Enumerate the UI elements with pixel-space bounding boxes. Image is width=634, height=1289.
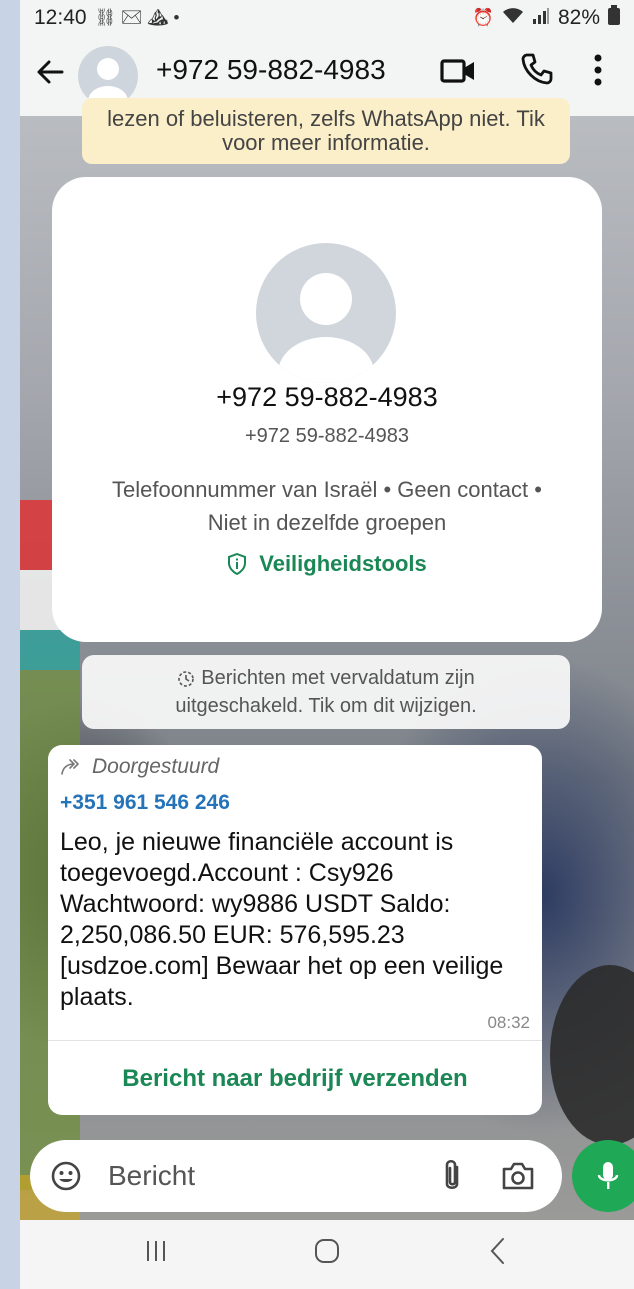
attach-icon[interactable] xyxy=(440,1158,464,1194)
mic-button[interactable] xyxy=(572,1140,634,1212)
contact-info-card: +972 59-882-4983 +972 59-882-4983 Telefo… xyxy=(52,177,602,642)
recents-icon[interactable] xyxy=(145,1238,167,1264)
bubble-divider xyxy=(48,1040,542,1041)
forward-icon xyxy=(61,759,80,775)
disappearing-notice-line2: uitgeschakeld. Tik om dit wijzigen. xyxy=(175,695,477,717)
mic-icon xyxy=(597,1162,619,1189)
disappearing-messages-notice[interactable]: Berichten met vervaldatum zijn uitgescha… xyxy=(82,655,570,729)
safety-tools-link[interactable]: Veiligheidstools xyxy=(52,551,602,577)
message-sender[interactable]: +351 961 546 246 xyxy=(60,791,230,815)
emoji-icon[interactable] xyxy=(50,1160,82,1192)
status-bar: 12:40 ⛓ ✉ ⛰ • ⏰ 82% xyxy=(20,0,634,36)
encryption-notice-line2: voor meer informatie. xyxy=(222,130,430,155)
notification-icons: ⛓ ✉ ⛰ • xyxy=(94,8,180,27)
wallpaper-tire xyxy=(550,965,634,1145)
disappearing-notice-line1: Berichten met vervaldatum zijn xyxy=(201,667,475,689)
contact-name: +972 59-882-4983 xyxy=(216,382,438,412)
menu-icon[interactable] xyxy=(588,52,608,88)
contact-description: Telefoonnummer van Israël • Geen contact… xyxy=(112,477,542,535)
message-input-bar: Bericht xyxy=(30,1140,562,1212)
avatar[interactable] xyxy=(78,46,138,106)
system-nav-bar xyxy=(20,1220,634,1289)
call-icon[interactable] xyxy=(520,52,554,86)
safety-tools-label: Veiligheidstools xyxy=(259,551,427,576)
camera-icon[interactable] xyxy=(500,1160,536,1192)
alarm-icon: ⏰ xyxy=(472,8,494,27)
timer-icon xyxy=(178,670,195,687)
message-business-button[interactable]: Bericht naar bedrijf verzenden xyxy=(48,1065,542,1093)
forwarded-label: Doorgestuurd xyxy=(92,755,220,778)
message-input[interactable]: Bericht xyxy=(108,1160,195,1192)
incoming-message[interactable]: Doorgestuurd +351 961 546 246 Leo, je ni… xyxy=(48,745,542,1115)
encryption-notice-line1: lezen of beluisteren, zelfs WhatsApp nie… xyxy=(107,106,545,131)
message-time: 08:32 xyxy=(487,1013,530,1032)
phone-screen: 12:40 ⛓ ✉ ⛰ • ⏰ 82% +972 59-882-4983 lez… xyxy=(20,0,634,1289)
back-arrow-icon[interactable] xyxy=(34,56,66,88)
contact-title[interactable]: +972 59-882-4983 xyxy=(156,54,386,86)
signal-icon xyxy=(532,7,550,30)
contact-phone: +972 59-882-4983 xyxy=(244,425,410,447)
battery-percent: 82% xyxy=(557,6,600,29)
battery-icon xyxy=(608,5,620,31)
video-call-icon[interactable] xyxy=(440,56,476,86)
contact-avatar xyxy=(256,243,396,383)
home-icon[interactable] xyxy=(314,1238,340,1264)
message-body: Leo, je nieuwe financiële account is toe… xyxy=(60,828,504,1011)
encryption-notice[interactable]: lezen of beluisteren, zelfs WhatsApp nie… xyxy=(82,98,570,164)
nav-back-icon[interactable] xyxy=(488,1236,508,1266)
status-time: 12:40 xyxy=(34,6,87,29)
shield-icon xyxy=(228,553,247,575)
wifi-icon xyxy=(502,7,524,30)
